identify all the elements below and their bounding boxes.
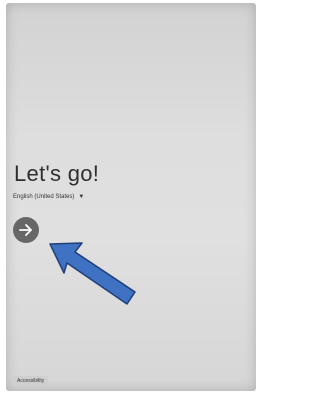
next-button[interactable]: [13, 217, 39, 243]
language-value: English (United States): [13, 194, 75, 200]
page-title: Let's go!: [14, 161, 100, 186]
accessibility-button[interactable]: Accessibility: [13, 376, 49, 386]
arrow-right-icon: [19, 224, 32, 236]
caret-down-icon: ▼: [78, 194, 85, 200]
device-frame: Let's go! English (United States) ▼ Acce…: [0, 0, 262, 394]
setup-screen: Let's go! English (United States) ▼ Acce…: [6, 3, 256, 391]
language-select[interactable]: English (United States) ▼: [13, 194, 84, 200]
